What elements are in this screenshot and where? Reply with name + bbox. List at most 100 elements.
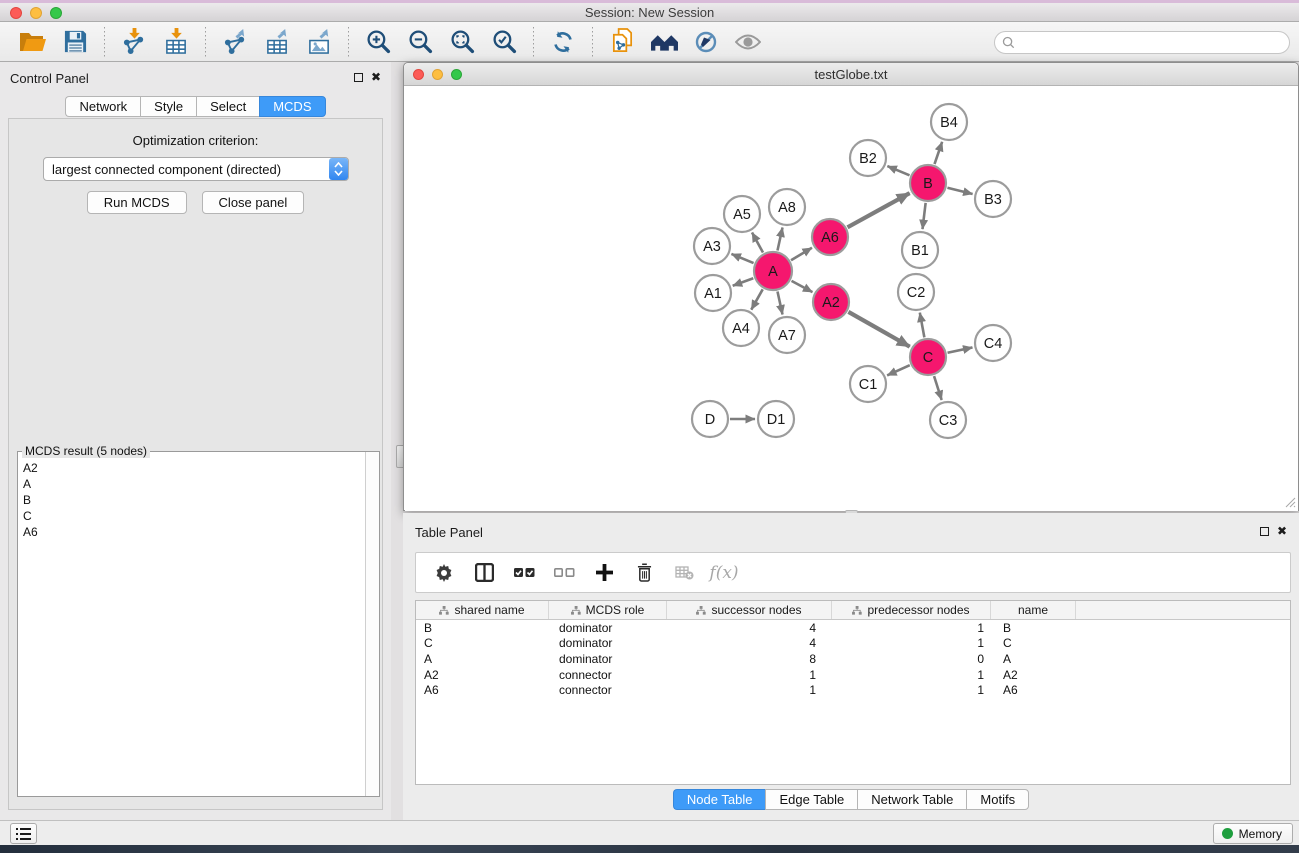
result-item[interactable]: A6 (23, 524, 365, 540)
tab-edge-table[interactable]: Edge Table (765, 789, 857, 810)
edge-A2-C[interactable] (848, 312, 909, 347)
close-panel-button[interactable]: Close panel (202, 191, 305, 214)
table-row[interactable]: Adominator80A (416, 651, 1290, 667)
edge-B-B1[interactable] (922, 203, 925, 229)
graph-node-A3[interactable]: A3 (694, 228, 730, 264)
float-table-panel-icon[interactable] (1260, 527, 1269, 536)
column-header-name[interactable]: name (991, 601, 1076, 619)
tab-style[interactable]: Style (140, 96, 196, 117)
column-header-shared-name[interactable]: shared name (416, 601, 549, 619)
import-table-icon[interactable] (157, 25, 195, 59)
graph-node-B4[interactable]: B4 (931, 104, 967, 140)
network-canvas[interactable]: A A1 A2 A3 A4 A5 A6 A7 A8 B B1 B2 B3 B4 C C1 C2 C3 C4 D D1 (405, 87, 1298, 511)
column-header-predecessor-nodes[interactable]: predecessor nodes (832, 601, 991, 619)
network-window-titlebar[interactable]: testGlobe.txt (404, 63, 1298, 86)
graph-node-A1[interactable]: A1 (695, 275, 731, 311)
close-table-panel-icon[interactable]: ✖ (1277, 524, 1287, 538)
tab-network[interactable]: Network (65, 96, 140, 117)
column-header-MCDS-role[interactable]: MCDS role (549, 601, 667, 619)
graph-node-C3[interactable]: C3 (930, 402, 966, 438)
graph-node-B2[interactable]: B2 (850, 140, 886, 176)
export-network-icon[interactable] (216, 25, 254, 59)
show-columns-icon[interactable] (472, 560, 496, 586)
tab-mcds[interactable]: MCDS (259, 96, 325, 117)
float-panel-icon[interactable] (354, 73, 363, 82)
edge-A-A2[interactable] (792, 281, 813, 292)
graph-node-B1[interactable]: B1 (902, 232, 938, 268)
save-session-icon[interactable] (56, 25, 94, 59)
result-item[interactable]: A2 (23, 460, 365, 476)
window-resize-grip[interactable] (1283, 495, 1296, 508)
criterion-dropdown[interactable]: largest connected component (directed) (43, 157, 349, 181)
edge-C-C2[interactable] (920, 313, 925, 338)
edge-A-A5[interactable] (752, 232, 763, 252)
graph-node-A[interactable]: A (754, 252, 792, 290)
edge-B-B4[interactable] (935, 142, 943, 164)
search-input[interactable] (1015, 36, 1289, 50)
edge-C-C1[interactable] (887, 365, 910, 375)
table-row[interactable]: Bdominator41B (416, 620, 1290, 636)
graph-node-C[interactable]: C (910, 339, 946, 375)
edge-A-A7[interactable] (777, 292, 782, 315)
close-panel-icon[interactable]: ✖ (371, 70, 381, 84)
edge-C-C4[interactable] (948, 347, 973, 352)
memory-button[interactable]: Memory (1213, 823, 1293, 844)
result-scrollbar[interactable] (365, 452, 379, 796)
tab-select[interactable]: Select (196, 96, 259, 117)
zoom-selected-icon[interactable] (485, 25, 523, 59)
table-row[interactable]: Cdominator41C (416, 636, 1290, 652)
first-neighbors-icon[interactable] (645, 25, 683, 59)
graph-node-A8[interactable]: A8 (769, 189, 805, 225)
export-table-icon[interactable] (258, 25, 296, 59)
edge-A-A3[interactable] (731, 254, 753, 263)
edge-A-A6[interactable] (791, 248, 812, 260)
refresh-icon[interactable] (544, 25, 582, 59)
delete-row-icon[interactable] (632, 560, 656, 586)
graph-node-D1[interactable]: D1 (758, 401, 794, 437)
result-item[interactable]: C (23, 508, 365, 524)
edge-A-A4[interactable] (751, 289, 762, 309)
settings-icon[interactable] (432, 560, 456, 586)
graph-node-C4[interactable]: C4 (975, 325, 1011, 361)
import-network-icon[interactable] (115, 25, 153, 59)
zoom-in-icon[interactable] (359, 25, 397, 59)
graph-node-D[interactable]: D (692, 401, 728, 437)
graph-node-B[interactable]: B (910, 165, 946, 201)
edge-A6-B[interactable] (848, 193, 910, 227)
edge-B-B2[interactable] (887, 166, 909, 175)
zoom-out-icon[interactable] (401, 25, 439, 59)
result-item[interactable]: A (23, 476, 365, 492)
graph-node-A5[interactable]: A5 (724, 196, 760, 232)
tab-node-table[interactable]: Node Table (673, 789, 766, 810)
select-all-columns-icon[interactable] (512, 560, 536, 586)
mcds-result-list[interactable]: A2ABCA6 (18, 456, 365, 796)
task-history-button[interactable] (10, 823, 37, 844)
table-row[interactable]: A6connector11A6 (416, 682, 1290, 698)
open-file-icon[interactable] (14, 25, 52, 59)
result-item[interactable]: B (23, 492, 365, 508)
edge-A-A8[interactable] (777, 228, 782, 251)
table-row[interactable]: A2connector11A2 (416, 667, 1290, 683)
edge-B-B3[interactable] (947, 188, 972, 194)
graph-node-A7[interactable]: A7 (769, 317, 805, 353)
unselect-all-columns-icon[interactable] (552, 560, 576, 586)
tab-motifs[interactable]: Motifs (966, 789, 1029, 810)
zoom-fit-icon[interactable] (443, 25, 481, 59)
hide-graphics-details-icon[interactable] (687, 25, 725, 59)
graph-node-C2[interactable]: C2 (898, 274, 934, 310)
column-header-successor-nodes[interactable]: successor nodes (667, 601, 832, 619)
duplicate-network-icon[interactable] (603, 25, 641, 59)
export-image-icon[interactable] (300, 25, 338, 59)
edge-A-A1[interactable] (733, 278, 754, 286)
add-row-icon[interactable] (592, 560, 616, 586)
graph-node-B3[interactable]: B3 (975, 181, 1011, 217)
search-box[interactable] (994, 31, 1290, 54)
edge-C-C3[interactable] (934, 376, 942, 400)
tab-network-table[interactable]: Network Table (857, 789, 966, 810)
show-graphics-details-icon[interactable] (729, 25, 767, 59)
graph-node-A4[interactable]: A4 (723, 310, 759, 346)
graph-node-A6[interactable]: A6 (812, 219, 848, 255)
graph-node-A2[interactable]: A2 (813, 284, 849, 320)
graph-node-C1[interactable]: C1 (850, 366, 886, 402)
run-mcds-button[interactable]: Run MCDS (87, 191, 187, 214)
